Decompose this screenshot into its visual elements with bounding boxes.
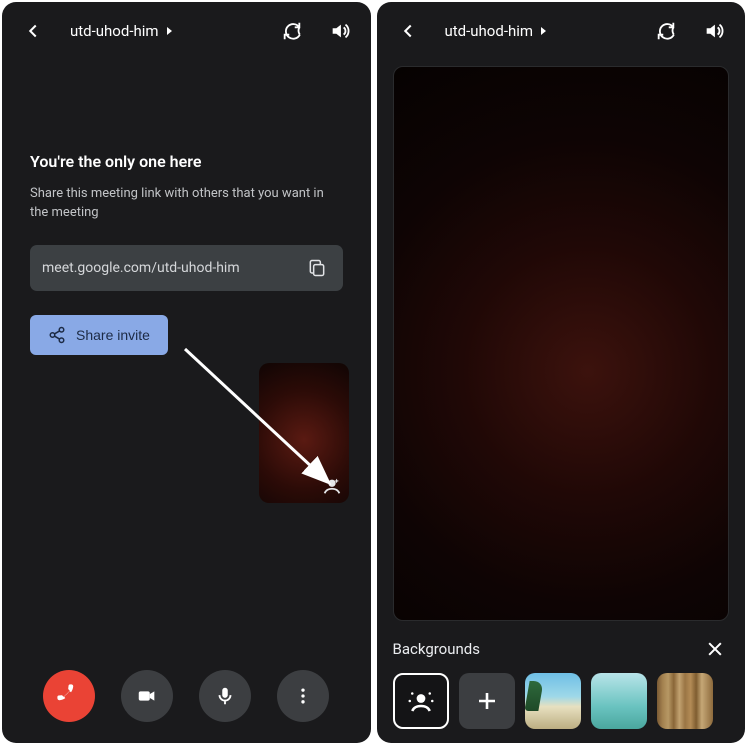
meeting-link-text: meet.google.com/utd-uhod-him xyxy=(42,260,293,276)
phone-screen-backgrounds: utd-uhod-him Backgrounds xyxy=(377,2,746,743)
backgrounds-row xyxy=(393,673,730,729)
back-button[interactable] xyxy=(391,14,425,48)
meeting-link-row: meet.google.com/utd-uhod-him xyxy=(30,245,343,291)
header-bar: utd-uhod-him xyxy=(2,2,371,60)
back-button[interactable] xyxy=(16,14,50,48)
self-view-tile[interactable] xyxy=(259,363,349,503)
background-option-bookshelf[interactable] xyxy=(657,673,713,729)
background-option-sea[interactable] xyxy=(591,673,647,729)
meeting-code-text: utd-uhod-him xyxy=(445,22,534,40)
main-video-preview xyxy=(393,66,730,621)
call-controls-bar xyxy=(2,649,371,743)
end-call-button[interactable] xyxy=(43,670,95,722)
effects-button[interactable] xyxy=(319,473,345,499)
chevron-right-icon xyxy=(165,26,175,36)
chevron-right-icon xyxy=(539,26,549,36)
phone-screen-meeting: utd-uhod-him You're the only one here Sh… xyxy=(2,2,371,743)
switch-camera-button[interactable] xyxy=(275,14,309,48)
mic-toggle-button[interactable] xyxy=(199,670,251,722)
backgrounds-body xyxy=(377,60,746,621)
empty-meeting-subtext: Share this meeting link with others that… xyxy=(30,185,343,223)
meeting-code-text: utd-uhod-him xyxy=(70,22,159,40)
share-invite-label: Share invite xyxy=(76,327,150,343)
empty-meeting-heading: You're the only one here xyxy=(30,152,343,171)
more-options-button[interactable] xyxy=(277,670,329,722)
header-bar: utd-uhod-him xyxy=(377,2,746,60)
close-panel-button[interactable] xyxy=(701,635,729,663)
speaker-button[interactable] xyxy=(323,14,357,48)
share-invite-button[interactable]: Share invite xyxy=(30,315,168,355)
meeting-code-title[interactable]: utd-uhod-him xyxy=(445,22,636,40)
backgrounds-panel: Backgrounds xyxy=(377,621,746,743)
background-option-beach[interactable] xyxy=(525,673,581,729)
background-option-effects[interactable] xyxy=(393,673,449,729)
switch-camera-button[interactable] xyxy=(649,14,683,48)
meeting-body: You're the only one here Share this meet… xyxy=(2,60,371,649)
background-option-add[interactable] xyxy=(459,673,515,729)
speaker-button[interactable] xyxy=(697,14,731,48)
copy-link-button[interactable] xyxy=(303,254,331,282)
camera-toggle-button[interactable] xyxy=(121,670,173,722)
meeting-code-title[interactable]: utd-uhod-him xyxy=(70,22,261,40)
share-icon xyxy=(48,326,66,344)
backgrounds-title: Backgrounds xyxy=(393,640,480,658)
